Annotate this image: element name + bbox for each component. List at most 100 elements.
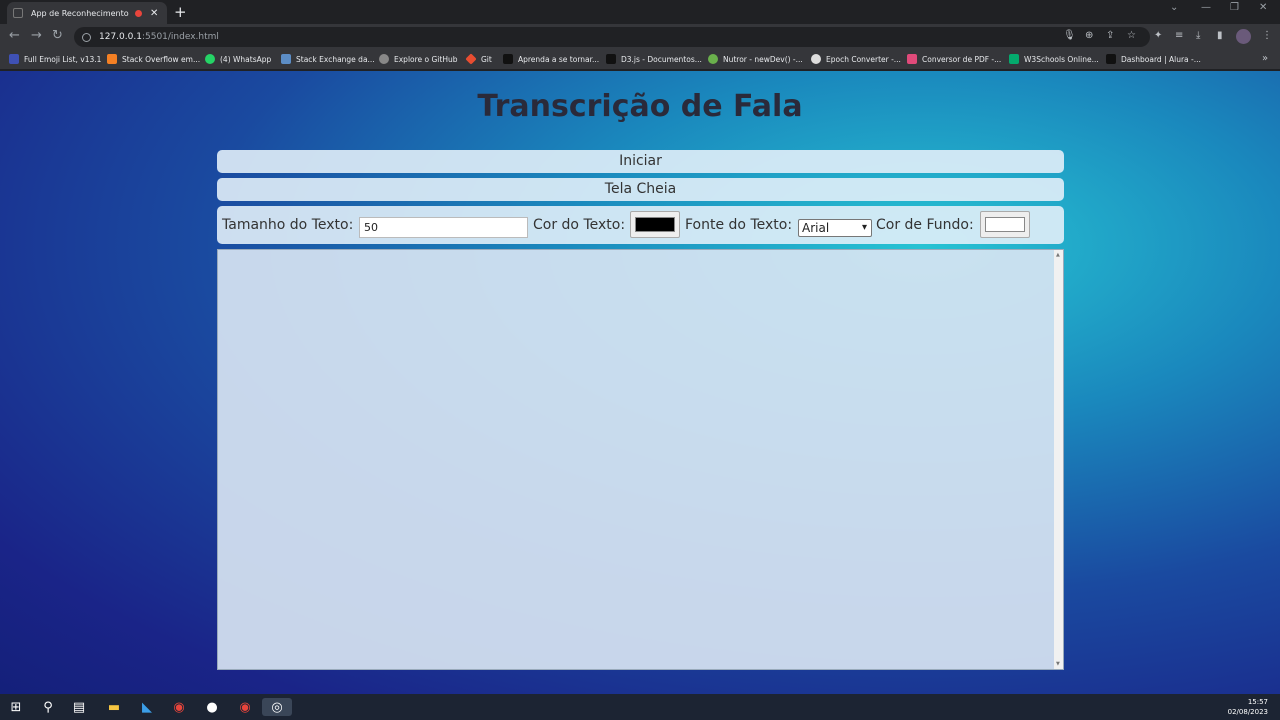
zoom-icon[interactable]: ⊕ xyxy=(1085,30,1093,41)
text-color-picker[interactable] xyxy=(630,211,680,238)
bookmark-label: Stack Overflow em... xyxy=(122,54,201,64)
bookmark-label: Conversor de PDF -... xyxy=(922,54,1002,64)
obs-icon[interactable]: ◎ xyxy=(262,698,292,716)
bg-color-picker[interactable] xyxy=(980,211,1030,238)
bookmark-item[interactable]: D3.js - Documentos... xyxy=(606,54,702,64)
font-select-value: Arial xyxy=(802,221,830,235)
bookmark-item[interactable]: Git xyxy=(465,53,492,65)
clock-time: 15:57 xyxy=(1247,698,1268,706)
bookmark-label: Aprenda a se tornar... xyxy=(518,54,600,64)
clock-date: 02/08/2023 xyxy=(1227,708,1268,716)
minimize-icon[interactable]: — xyxy=(1201,2,1211,13)
tab-title: App de Reconhecimento de xyxy=(31,8,131,18)
bookmark-item[interactable]: Epoch Converter -... xyxy=(811,54,901,64)
bookmark-label: (4) WhatsApp xyxy=(220,54,272,64)
github-desktop-icon[interactable]: ● xyxy=(202,698,222,716)
bookmark-item[interactable]: Nutror - newDev() -... xyxy=(708,54,803,64)
scroll-down-icon[interactable]: ▼ xyxy=(1056,661,1060,667)
bookmark-icon xyxy=(205,54,215,64)
taskbar: ⊞ ⚲ ▤ ▬ ◣ ◉ ● ◉ ◎ 15:57 02/08/2023 xyxy=(0,694,1280,720)
bookmark-icon xyxy=(606,54,616,64)
profile-avatar[interactable] xyxy=(1236,29,1251,44)
bookmark-label: Git xyxy=(481,54,492,64)
bookmark-star-icon[interactable]: ☆ xyxy=(1127,30,1136,41)
scroll-up-icon[interactable]: ▲ xyxy=(1056,252,1060,258)
bookmark-label: Epoch Converter -... xyxy=(826,54,901,64)
font-label: Fonte do Texto: xyxy=(685,217,793,233)
site-info-icon[interactable] xyxy=(82,32,91,42)
share-icon[interactable]: ⇪ xyxy=(1106,30,1114,41)
bookmark-label: Nutror - newDev() -... xyxy=(723,54,803,64)
bookmark-icon xyxy=(1009,54,1019,64)
more-bookmarks-icon[interactable]: » xyxy=(1262,53,1268,64)
transcription-textarea[interactable]: ▲ ▼ xyxy=(217,249,1064,670)
bg-color-label: Cor de Fundo: xyxy=(876,217,974,233)
bookmark-item[interactable]: Explore o GitHub xyxy=(379,54,458,64)
bookmark-icon xyxy=(281,54,291,64)
bookmark-icon xyxy=(465,53,477,65)
reload-icon[interactable]: ↻ xyxy=(52,28,63,43)
chrome-icon[interactable]: ◉ xyxy=(169,698,189,716)
vscode-icon[interactable]: ◣ xyxy=(137,698,157,716)
bookmark-item[interactable]: Dashboard | Alura -... xyxy=(1106,54,1201,64)
close-window-icon[interactable]: ✕ xyxy=(1259,2,1267,13)
tab-strip: App de Reconhecimento de ✕ + ⌄ — ❐ ✕ xyxy=(0,0,1280,24)
menu-icon[interactable]: ⋮ xyxy=(1262,30,1272,41)
browser-toolbar: ← → ↻ 127.0.0.1 :5501/index.html 🎙 ⊕ ⇪ ☆… xyxy=(0,24,1280,50)
restore-icon[interactable]: ❐ xyxy=(1230,2,1239,13)
forward-icon[interactable]: → xyxy=(31,28,42,43)
settings-bar: Tamanho do Texto: 50 Cor do Texto: Fonte… xyxy=(217,206,1064,244)
bookmark-icon xyxy=(503,54,513,64)
extensions-icon[interactable]: ✦ xyxy=(1154,30,1162,41)
text-color-label: Cor do Texto: xyxy=(533,217,626,233)
task-view-icon[interactable]: ▤ xyxy=(69,698,89,716)
side-panel-icon[interactable]: ▮ xyxy=(1217,30,1223,41)
start-button[interactable]: Iniciar xyxy=(217,150,1064,173)
browser-tab[interactable]: App de Reconhecimento de ✕ xyxy=(7,2,167,24)
windows-start-icon[interactable]: ⊞ xyxy=(6,698,26,716)
bookmark-icon xyxy=(907,54,917,64)
bookmark-item[interactable]: Stack Overflow em... xyxy=(107,54,200,64)
text-size-input[interactable]: 50 xyxy=(359,217,528,238)
bookmarks-bar: Full Emoji List, v13.1 Stack Overflow em… xyxy=(0,50,1280,70)
bookmark-icon xyxy=(811,54,821,64)
download-icon[interactable]: ⤓ xyxy=(1196,30,1200,41)
bookmark-item[interactable]: (4) WhatsApp xyxy=(205,54,271,64)
bookmark-icon xyxy=(1106,54,1116,64)
text-size-label: Tamanho do Texto: xyxy=(222,217,354,233)
system-clock[interactable]: 15:57 02/08/2023 xyxy=(1228,697,1268,717)
bookmark-label: Full Emoji List, v13.1 xyxy=(24,54,102,64)
scrollbar[interactable]: ▲ ▼ xyxy=(1054,250,1063,669)
bookmark-label: D3.js - Documentos... xyxy=(621,54,702,64)
page-title: Transcrição de Fala xyxy=(477,89,803,124)
address-bar[interactable]: 127.0.0.1 :5501/index.html xyxy=(74,27,1150,47)
bg-color-swatch xyxy=(985,217,1025,232)
bookmark-item[interactable]: Conversor de PDF -... xyxy=(907,54,1001,64)
bookmark-label: Dashboard | Alura -... xyxy=(1121,54,1201,64)
chrome-profile-icon[interactable]: ◉ xyxy=(235,698,255,716)
chevron-down-icon: ▾ xyxy=(861,222,867,233)
file-explorer-icon[interactable]: ▬ xyxy=(104,698,124,716)
fullscreen-button[interactable]: Tela Cheia xyxy=(217,178,1064,201)
bookmark-item[interactable]: W3Schools Online... xyxy=(1009,54,1099,64)
reading-list-icon[interactable]: ≡ xyxy=(1175,30,1183,41)
bookmark-item[interactable]: Aprenda a se tornar... xyxy=(503,54,599,64)
tab-search-icon[interactable]: ⌄ xyxy=(1170,2,1178,13)
url-path: :5501/index.html xyxy=(141,32,219,42)
bookmark-label: Stack Exchange da... xyxy=(296,54,375,64)
bookmark-icon xyxy=(9,54,19,64)
bookmark-label: Explore o GitHub xyxy=(394,54,458,64)
back-icon[interactable]: ← xyxy=(9,28,20,43)
new-tab-icon[interactable]: + xyxy=(174,3,187,21)
close-tab-icon[interactable]: ✕ xyxy=(150,8,158,19)
bookmark-icon xyxy=(708,54,718,64)
url-host: 127.0.0.1 xyxy=(99,32,142,42)
bookmark-icon xyxy=(107,54,117,64)
microphone-icon[interactable]: 🎙 xyxy=(1063,30,1076,41)
bookmark-item[interactable]: Stack Exchange da... xyxy=(281,54,375,64)
font-select[interactable]: Arial ▾ xyxy=(798,219,872,237)
search-icon[interactable]: ⚲ xyxy=(38,698,58,716)
bookmark-label: W3Schools Online... xyxy=(1024,54,1099,64)
bookmark-item[interactable]: Full Emoji List, v13.1 xyxy=(9,54,101,64)
bookmark-icon xyxy=(379,54,389,64)
